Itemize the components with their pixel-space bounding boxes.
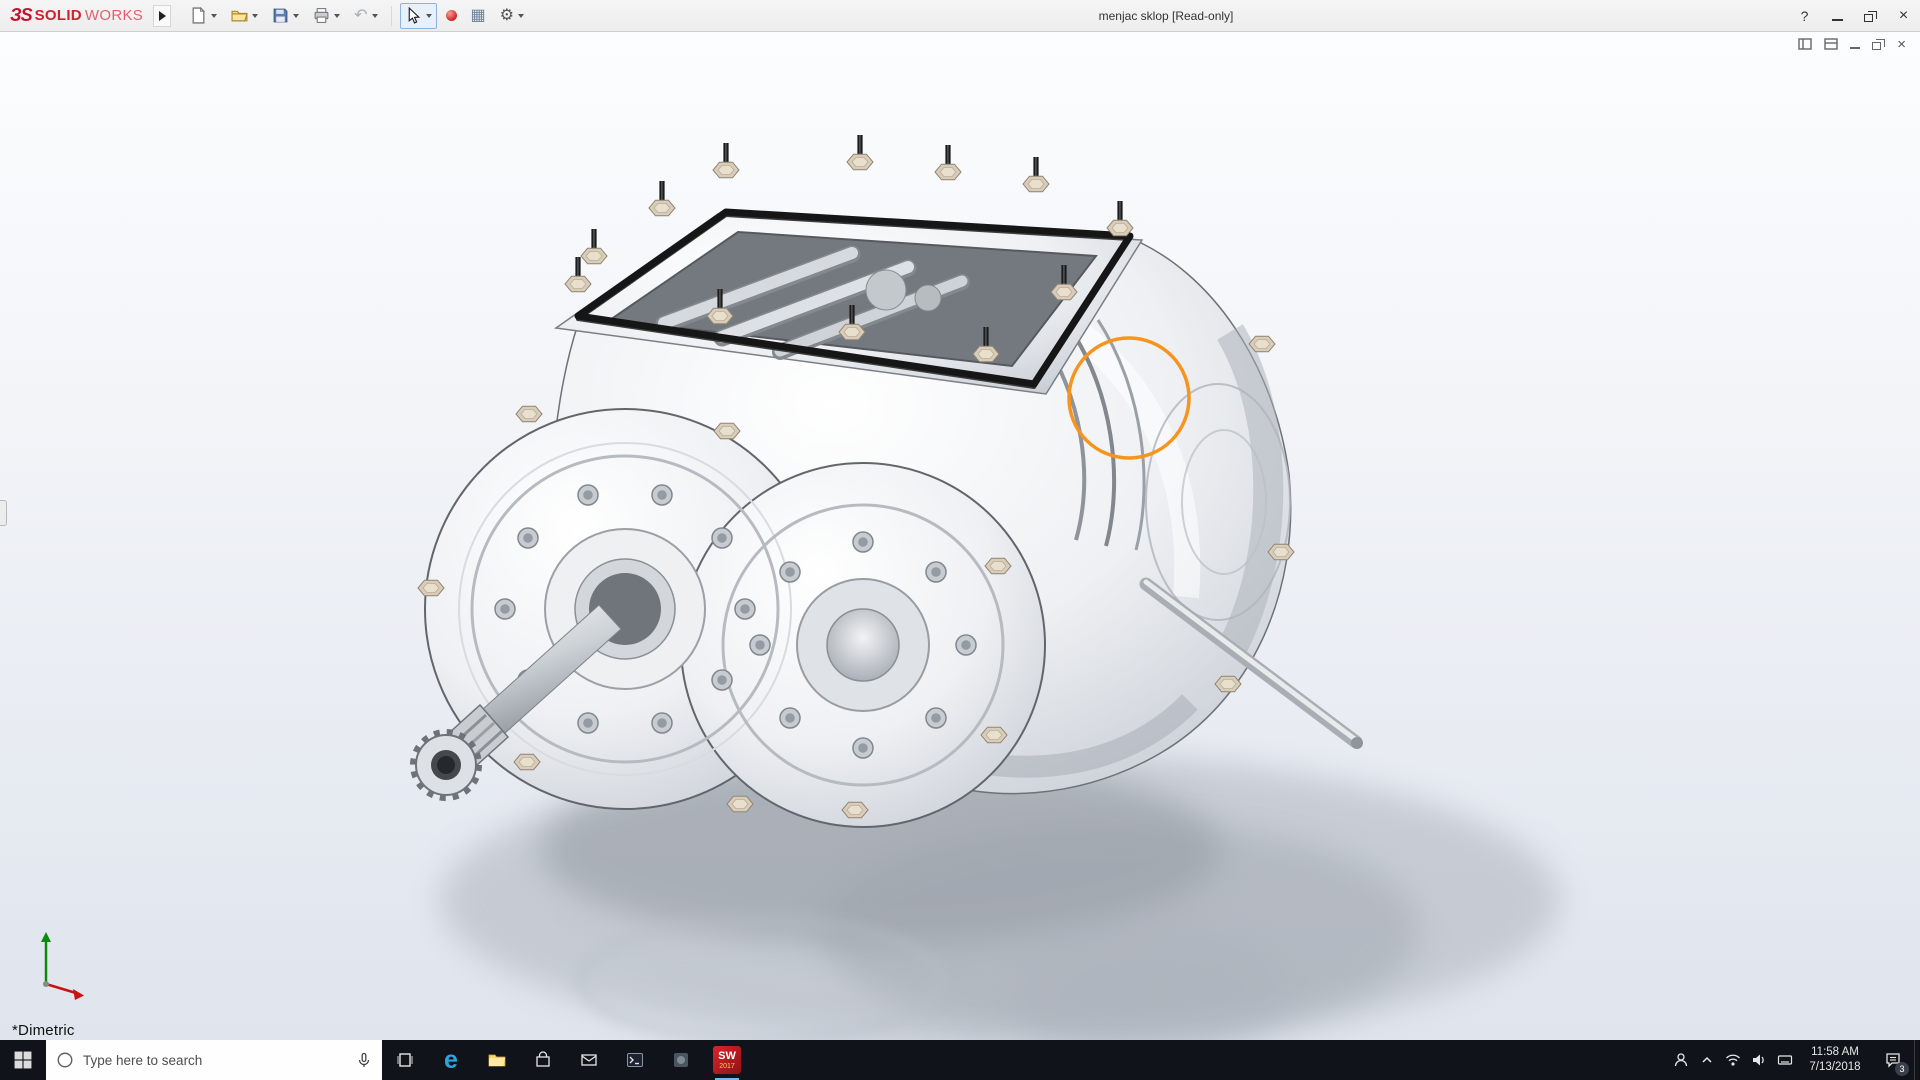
solidworks-taskbar-button[interactable]: SW 2017 bbox=[704, 1040, 750, 1080]
mail-button[interactable] bbox=[566, 1040, 612, 1080]
store-button[interactable] bbox=[520, 1040, 566, 1080]
gear-icon: ⚙ bbox=[500, 8, 514, 24]
sheet-grid-icon: ▦ bbox=[471, 8, 486, 24]
dropdown-caret-icon[interactable] bbox=[211, 14, 217, 18]
open-button[interactable] bbox=[226, 3, 263, 29]
task-view-icon bbox=[396, 1051, 414, 1069]
solidworks-app-icon: SW 2017 bbox=[713, 1046, 741, 1074]
undo-button[interactable]: ↶ bbox=[349, 3, 382, 29]
dropdown-caret-icon[interactable] bbox=[518, 14, 524, 18]
close-button[interactable]: × bbox=[1887, 0, 1920, 32]
people-button[interactable] bbox=[1668, 1040, 1694, 1080]
clock-time: 11:58 AM bbox=[1811, 1045, 1859, 1060]
minimize-icon bbox=[1850, 47, 1860, 49]
view-orientation-label: *Dimetric bbox=[12, 1022, 75, 1039]
graphics-viewport[interactable]: *Dimetric bbox=[0, 32, 1920, 1040]
app-title-bar: ЗS SOLIDWORKS ↶ bbox=[0, 0, 1920, 32]
open-folder-icon bbox=[231, 7, 248, 24]
dropdown-caret-icon[interactable] bbox=[372, 14, 378, 18]
dropdown-caret-icon[interactable] bbox=[293, 14, 299, 18]
generic-app-icon bbox=[672, 1051, 690, 1069]
new-document-icon bbox=[190, 7, 207, 24]
dropdown-caret-icon[interactable] bbox=[334, 14, 340, 18]
console-button[interactable] bbox=[612, 1040, 658, 1080]
volume-button[interactable] bbox=[1746, 1040, 1772, 1080]
menu-expand-arrow-button[interactable] bbox=[153, 5, 171, 27]
document-window-controls: × bbox=[1798, 36, 1906, 52]
restore-icon bbox=[1864, 11, 1877, 22]
doc-restore-button[interactable] bbox=[1872, 36, 1885, 52]
cortana-circle-icon bbox=[56, 1051, 74, 1069]
restore-button[interactable] bbox=[1854, 0, 1887, 32]
save-button[interactable] bbox=[267, 3, 304, 29]
new-document-button[interactable] bbox=[185, 3, 222, 29]
brand-name-bold: SOLID bbox=[35, 7, 82, 24]
options-button[interactable]: ⚙ bbox=[495, 3, 529, 29]
file-explorer-button[interactable] bbox=[474, 1040, 520, 1080]
person-icon bbox=[1673, 1052, 1689, 1068]
model-render bbox=[0, 32, 1920, 1040]
tray-overflow-button[interactable] bbox=[1694, 1040, 1720, 1080]
taskbar-search[interactable] bbox=[46, 1040, 382, 1080]
windows-logo-icon bbox=[14, 1051, 32, 1069]
solidworks-logo: ЗS SOLIDWORKS bbox=[0, 0, 153, 31]
folder-icon bbox=[488, 1051, 506, 1069]
pane-window-icon bbox=[1824, 37, 1838, 51]
microphone-icon[interactable] bbox=[356, 1052, 372, 1068]
restore-icon bbox=[1872, 39, 1885, 50]
minimize-icon bbox=[1832, 19, 1843, 21]
notification-badge: 3 bbox=[1895, 1062, 1909, 1076]
quick-access-toolbar: ↶ ▦ ⚙ bbox=[185, 3, 529, 29]
wifi-icon bbox=[1725, 1052, 1741, 1068]
save-floppy-icon bbox=[272, 7, 289, 24]
edge-button[interactable]: e bbox=[428, 1040, 474, 1080]
help-button[interactable]: ? bbox=[1788, 0, 1821, 32]
pane-window-icon bbox=[1798, 37, 1812, 51]
terminal-icon bbox=[626, 1051, 644, 1069]
orientation-triad-icon bbox=[41, 932, 84, 1000]
touch-keyboard-button[interactable] bbox=[1772, 1040, 1798, 1080]
show-desktop-button[interactable] bbox=[1914, 1040, 1920, 1080]
doc-pane-button[interactable] bbox=[1798, 36, 1812, 52]
panel-expander-tab[interactable] bbox=[0, 500, 7, 526]
select-tool-button[interactable] bbox=[400, 3, 437, 29]
doc-pane-button-2[interactable] bbox=[1824, 36, 1838, 52]
chevron-up-icon bbox=[1699, 1052, 1715, 1068]
app-button[interactable] bbox=[658, 1040, 704, 1080]
speaker-icon bbox=[1751, 1052, 1767, 1068]
shopping-bag-icon bbox=[534, 1051, 552, 1069]
system-tray: 11:58 AM 7/13/2018 3 bbox=[1668, 1040, 1920, 1080]
appearances-button[interactable] bbox=[441, 3, 462, 29]
keyboard-icon bbox=[1777, 1052, 1793, 1068]
ds-logo-icon: ЗS bbox=[10, 5, 32, 26]
edge-icon: e bbox=[444, 1048, 458, 1073]
brand-name-light: WORKS bbox=[85, 7, 143, 24]
undo-icon: ↶ bbox=[354, 8, 367, 24]
doc-minimize-button[interactable] bbox=[1850, 36, 1860, 52]
windows-taskbar: e SW 2017 11:5 bbox=[0, 1040, 1920, 1080]
play-arrow-icon bbox=[159, 11, 166, 21]
envelope-icon bbox=[580, 1051, 598, 1069]
clock-date: 7/13/2018 bbox=[1809, 1060, 1860, 1075]
window-controls: ? × bbox=[1788, 0, 1920, 32]
print-button[interactable] bbox=[308, 3, 345, 29]
select-cursor-icon bbox=[405, 7, 422, 24]
start-button[interactable] bbox=[0, 1040, 46, 1080]
task-view-button[interactable] bbox=[382, 1040, 428, 1080]
search-input[interactable] bbox=[83, 1053, 347, 1068]
dropdown-caret-icon[interactable] bbox=[426, 14, 432, 18]
drawing-sheet-button[interactable]: ▦ bbox=[466, 3, 491, 29]
network-button[interactable] bbox=[1720, 1040, 1746, 1080]
print-icon bbox=[313, 7, 330, 24]
window-title: menjac sklop [Read-only] bbox=[1099, 9, 1234, 23]
minimize-button[interactable] bbox=[1821, 0, 1854, 32]
toolbar-separator bbox=[391, 6, 392, 26]
taskbar-clock[interactable]: 11:58 AM 7/13/2018 bbox=[1798, 1040, 1872, 1080]
appearance-sphere-icon bbox=[446, 10, 457, 21]
dropdown-caret-icon[interactable] bbox=[252, 14, 258, 18]
action-center-button[interactable]: 3 bbox=[1872, 1040, 1914, 1080]
doc-close-button[interactable]: × bbox=[1897, 36, 1906, 52]
